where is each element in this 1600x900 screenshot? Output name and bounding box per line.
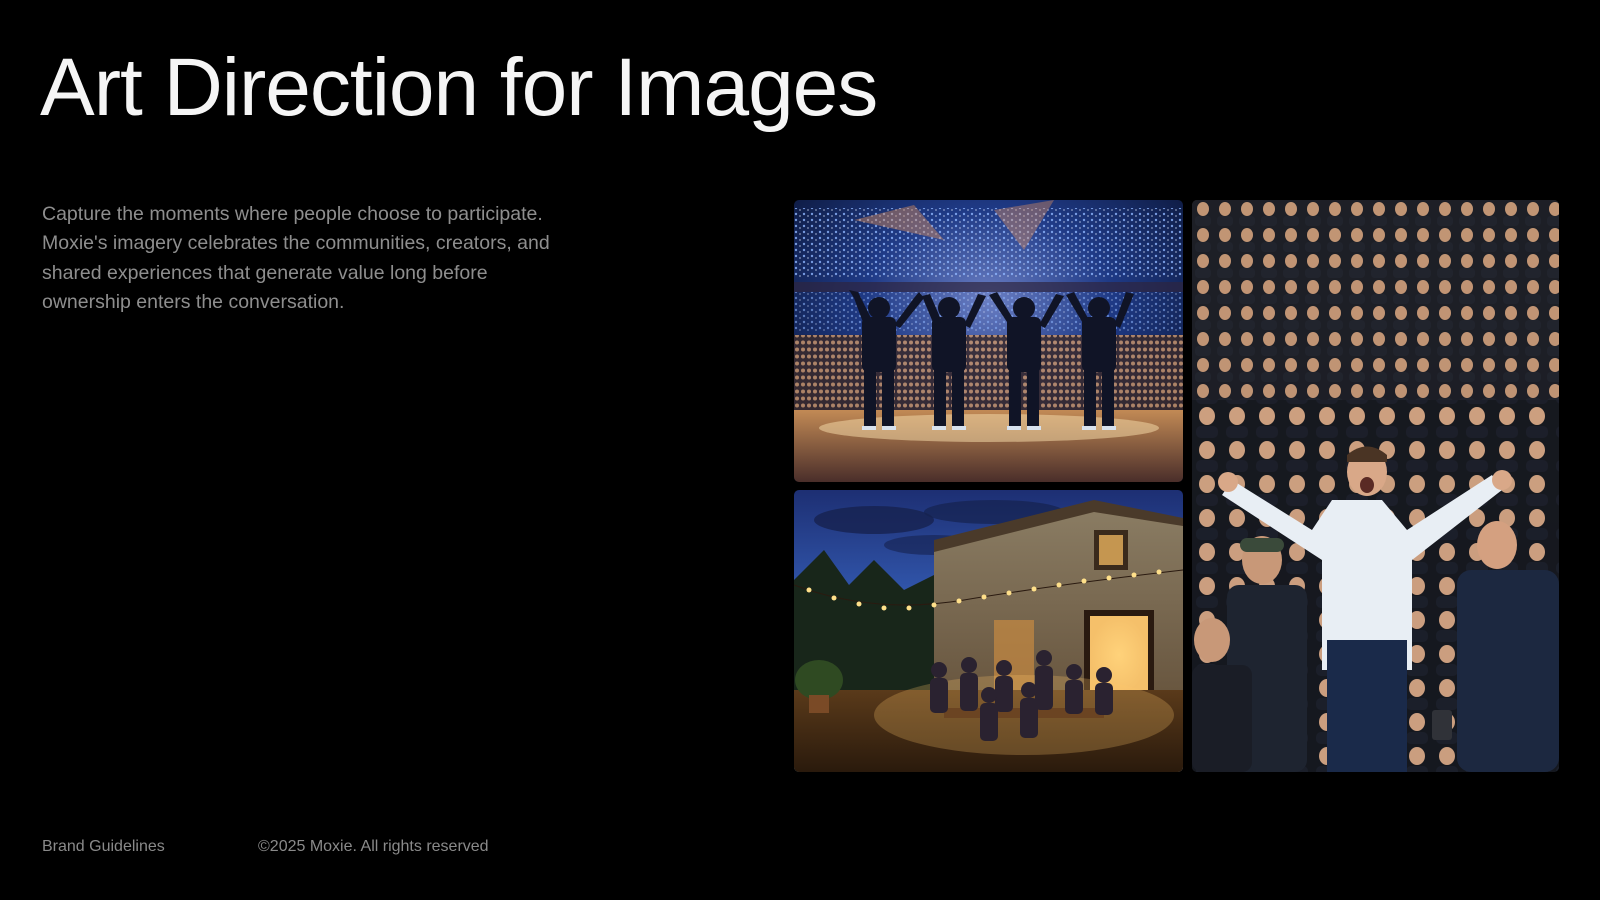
footer-copyright: ©2025 Moxie. All rights reserved [258, 838, 489, 855]
concert-stage-photo [794, 200, 1183, 482]
page-title: Art Direction for Images [40, 42, 878, 133]
intro-line: Capture the moments where people choose … [42, 203, 543, 225]
slide-page: Art Direction for Images Capture the mom… [0, 0, 1600, 900]
intro-line: ownership enters the conversation. [42, 290, 345, 313]
image-gallery [794, 200, 1559, 772]
intro-line: shared experiences that generate value l… [42, 261, 488, 284]
outdoor-dinner-photo [794, 490, 1183, 772]
cheering-crowd-photo [1192, 200, 1559, 772]
intro-paragraph: Capture the moments where people choose … [42, 200, 622, 317]
intro-line: Moxie's imagery celebrates the communiti… [42, 232, 550, 255]
footer-brand-guidelines: Brand Guidelines [42, 838, 165, 855]
